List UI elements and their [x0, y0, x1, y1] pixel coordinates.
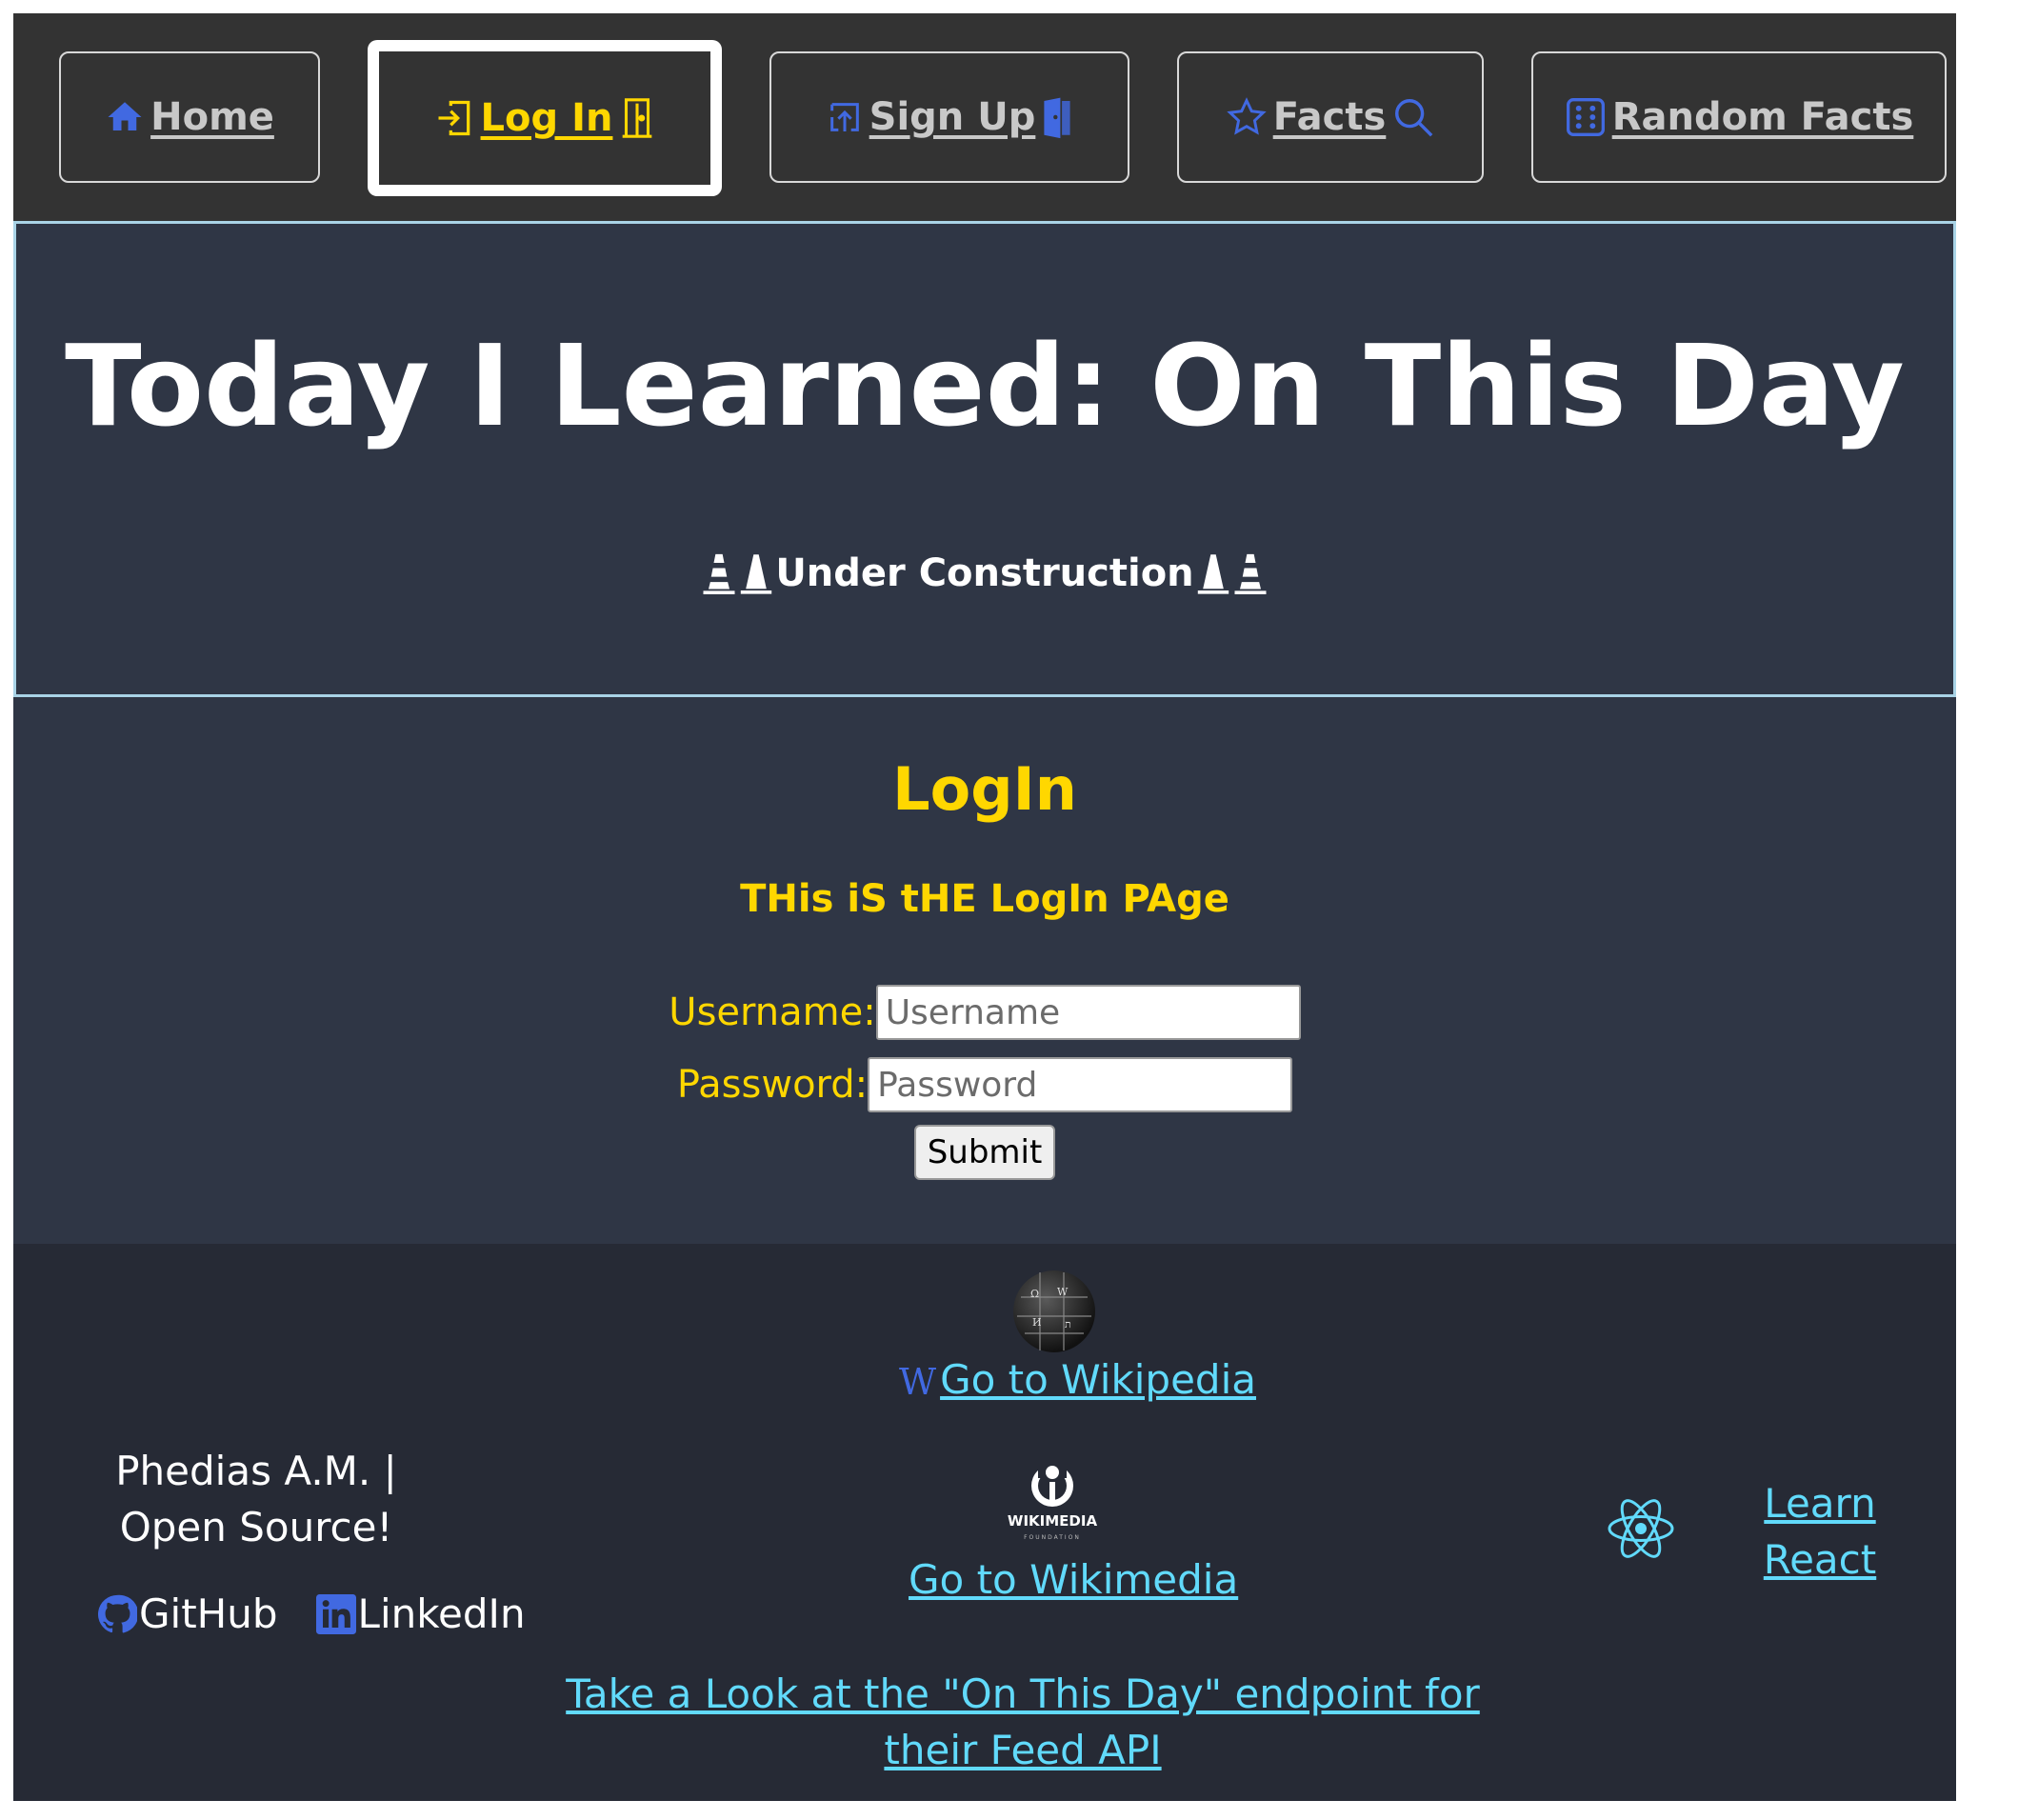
- cone-icon: [741, 553, 772, 594]
- footer: Ω W И ת W Go to Wikipedia WIKIMEDIA FOUNDAT…: [13, 1244, 1956, 1801]
- svg-text:И: И: [1032, 1316, 1042, 1329]
- wikipedia-globe-icon: Ω W И ת: [1013, 1270, 1095, 1352]
- under-construction-text: Under Construction: [775, 550, 1194, 595]
- login-subheading: THis iS tHE LogIn PAge: [740, 877, 1229, 921]
- linkedin-icon: [315, 1593, 356, 1634]
- username-row: Username:: [13, 976, 1956, 1049]
- feed-api-link[interactable]: Take a Look at the "On This Day" endpoin…: [528, 1667, 1518, 1779]
- star-icon: [1226, 97, 1267, 135]
- dice-icon: [1566, 98, 1605, 136]
- author-credit: Phedias A.M. | Open Source!: [115, 1448, 397, 1550]
- door-icon: [1044, 97, 1070, 139]
- nav-signup-label: Sign Up: [869, 95, 1036, 139]
- svg-text:Ω: Ω: [1030, 1288, 1039, 1300]
- username-input[interactable]: [875, 985, 1301, 1040]
- nav-home-label: Home: [150, 95, 274, 139]
- wikipedia-link[interactable]: Go to Wikipedia: [940, 1356, 1256, 1403]
- hero-banner: Today I Learned: On This Day Under Const…: [13, 221, 1956, 697]
- page-title: Today I Learned: On This Day: [65, 320, 1905, 451]
- top-nav: Home Log In Sign Up Facts Random Facts: [13, 13, 1956, 221]
- nav-home-button[interactable]: Home: [59, 51, 320, 183]
- svg-text:ת: ת: [1065, 1318, 1071, 1330]
- door-open-icon: [623, 98, 652, 138]
- linkedin-label: LinkedIn: [357, 1590, 526, 1637]
- react-logo-icon: [1608, 1499, 1674, 1558]
- under-construction-banner: Under Construction: [16, 551, 1953, 595]
- nav-random-facts-label: Random Facts: [1611, 95, 1914, 139]
- wikimedia-link[interactable]: Go to Wikimedia: [909, 1556, 1238, 1603]
- submit-button[interactable]: Submit: [913, 1125, 1056, 1180]
- wikipedia-w-icon: W: [899, 1361, 937, 1403]
- wikimedia-logo: WIKIMEDIA FOUNDATION: [1008, 1463, 1098, 1541]
- search-icon: [1395, 99, 1433, 137]
- login-form: Username: Password: Submit: [13, 976, 1956, 1180]
- nav-random-facts-button[interactable]: Random Facts: [1531, 51, 1947, 183]
- github-icon: [97, 1594, 137, 1632]
- login-section: LogIn THis iS tHE LogIn PAge Username: P…: [13, 697, 1956, 1244]
- nav-facts-button[interactable]: Facts: [1177, 51, 1484, 183]
- linkedin-link[interactable]: LinkedIn: [315, 1590, 526, 1637]
- login-heading: LogIn: [892, 754, 1077, 824]
- password-row: Password:: [13, 1049, 1956, 1121]
- nav-signup-button[interactable]: Sign Up: [769, 51, 1129, 183]
- social-links: GitHub LinkedIn: [97, 1590, 526, 1637]
- svg-text:WIKIMEDIA: WIKIMEDIA: [1008, 1512, 1098, 1530]
- app-root: Home Log In Sign Up Facts Random Facts T…: [13, 13, 1956, 1801]
- password-label: Password:: [676, 1063, 869, 1107]
- learn-react-link[interactable]: Learn React: [1758, 1476, 1882, 1589]
- wikipedia-link-wrapper: W Go to Wikipedia: [899, 1356, 1256, 1403]
- traffic-cone-icon: [703, 553, 735, 594]
- login-icon: [438, 100, 470, 136]
- nav-facts-label: Facts: [1272, 95, 1387, 139]
- traffic-cone-icon: [1234, 553, 1267, 594]
- svg-text:W: W: [1057, 1286, 1069, 1298]
- nav-login-button[interactable]: Log In: [368, 40, 722, 196]
- upload-icon: [829, 103, 859, 131]
- password-input[interactable]: [868, 1057, 1293, 1112]
- username-label: Username:: [669, 990, 876, 1034]
- cone-icon: [1197, 553, 1229, 594]
- home-icon: [108, 102, 142, 130]
- github-link[interactable]: GitHub: [97, 1590, 278, 1637]
- svg-text:FOUNDATION: FOUNDATION: [1024, 1534, 1081, 1541]
- github-label: GitHub: [139, 1590, 278, 1637]
- nav-login-label: Log In: [480, 96, 613, 140]
